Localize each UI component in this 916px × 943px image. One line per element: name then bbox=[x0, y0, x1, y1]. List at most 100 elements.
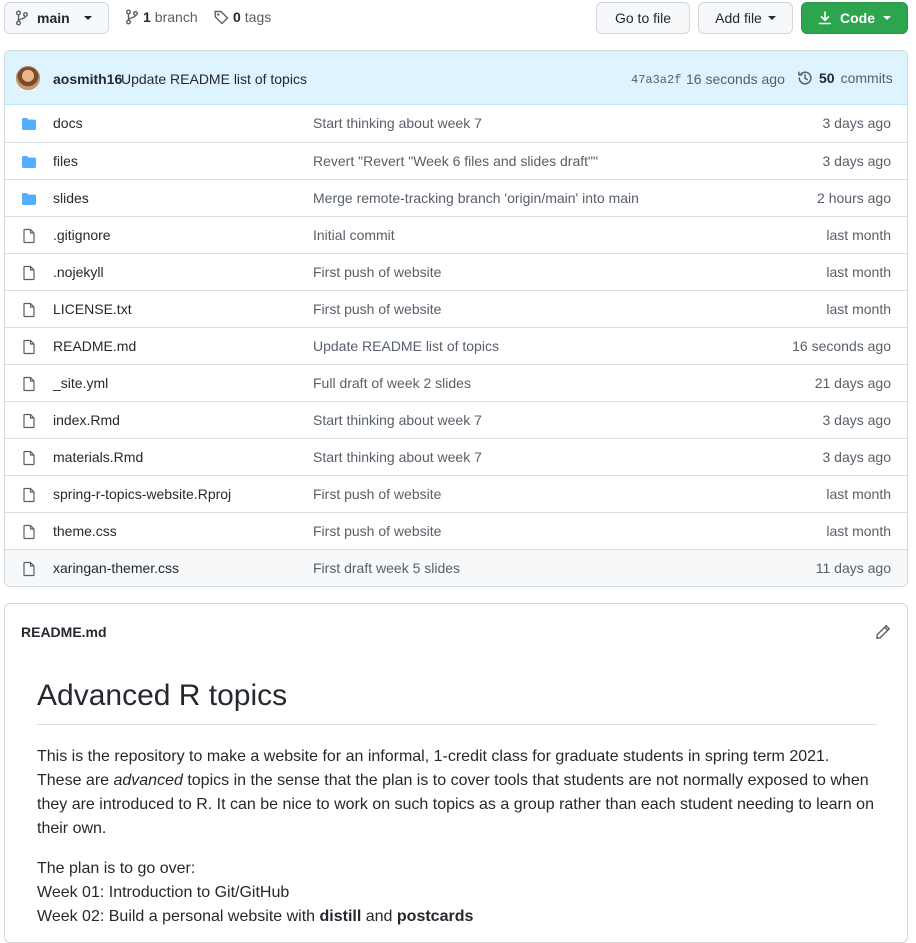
file-row[interactable]: LICENSE.txt First push of website last mon… bbox=[5, 290, 907, 327]
week02-postcards: postcards bbox=[396, 908, 474, 925]
file-commit-age: last month bbox=[826, 227, 891, 243]
readme-filename: README.md bbox=[21, 624, 107, 640]
folder-icon bbox=[21, 116, 37, 132]
file-commit-age: 16 seconds ago bbox=[792, 338, 891, 354]
commit-message-link[interactable]: Update README list of topics bbox=[121, 71, 307, 87]
file-row[interactable]: .nojekyll First push of website last month bbox=[5, 253, 907, 290]
file-commit-age: 3 days ago bbox=[822, 153, 892, 169]
latest-commit-bar: aosmith16 Update README list of topics 4… bbox=[5, 51, 907, 105]
add-file-button[interactable]: Add file bbox=[698, 2, 793, 34]
git-branch-icon bbox=[125, 9, 139, 25]
file-commit-message-link[interactable]: First draft week 5 slides bbox=[313, 560, 460, 576]
commit-count: 50 bbox=[819, 70, 835, 86]
week01-item: Week 01: Introduction to Git/GitHub bbox=[37, 884, 290, 901]
file-row[interactable]: README.md Update README list of topics 16 … bbox=[5, 327, 907, 364]
file-row[interactable]: spring-r-topics-website.Rproj First push … bbox=[5, 475, 907, 512]
file-commit-message-link[interactable]: First push of website bbox=[313, 264, 441, 280]
branches-link[interactable]: 1 branch bbox=[125, 9, 198, 25]
file-commit-age: last month bbox=[826, 523, 891, 539]
branch-count-label: branch bbox=[154, 9, 198, 25]
file-icon bbox=[21, 524, 37, 540]
readme-heading: Advanced R topics bbox=[37, 674, 877, 725]
file-row[interactable]: theme.css First push of website last month bbox=[5, 512, 907, 549]
file-icon bbox=[21, 450, 37, 466]
chevron-down-icon bbox=[83, 16, 92, 20]
file-commit-message-link[interactable]: Update README list of topics bbox=[313, 338, 499, 354]
file-commit-message-link[interactable]: First push of website bbox=[313, 301, 441, 317]
file-commit-age: 21 days ago bbox=[814, 375, 891, 391]
folder-icon bbox=[21, 154, 37, 170]
file-row[interactable]: docs Start thinking about week 7 3 days ag… bbox=[5, 105, 907, 142]
chevron-down-icon bbox=[767, 16, 776, 20]
file-icon bbox=[21, 561, 37, 577]
readme-intro: This is the repository to make a website… bbox=[37, 745, 877, 841]
commit-author-link[interactable]: aosmith16 bbox=[53, 71, 122, 87]
tags-count: 0 bbox=[233, 9, 241, 25]
file-commit-message-link[interactable]: Full draft of week 2 slides bbox=[313, 375, 471, 391]
add-file-label: Add file bbox=[715, 10, 762, 26]
file-commit-age: 3 days ago bbox=[822, 412, 892, 428]
file-name-link[interactable]: spring-r-topics-website.Rproj bbox=[53, 486, 231, 502]
readme-panel: README.md Advanced R topics This is the … bbox=[4, 603, 908, 943]
file-commit-age: 3 days ago bbox=[822, 115, 892, 131]
commit-count-label: commits bbox=[840, 70, 893, 86]
file-row[interactable]: files Revert "Revert "Week 6 files and sl… bbox=[5, 142, 907, 179]
avatar[interactable] bbox=[16, 66, 40, 90]
code-button[interactable]: Code bbox=[801, 2, 908, 34]
file-icon bbox=[21, 228, 37, 244]
tag-icon bbox=[213, 9, 229, 25]
file-name-link[interactable]: xaringan-themer.css bbox=[53, 560, 179, 576]
chevron-down-icon bbox=[883, 16, 891, 20]
file-list: docs Start thinking about week 7 3 days ag… bbox=[5, 105, 907, 586]
file-row[interactable]: slides Merge remote-tracking branch 'orig… bbox=[5, 179, 907, 216]
tags-link[interactable]: 0 tags bbox=[213, 9, 271, 25]
file-name-link[interactable]: docs bbox=[53, 115, 83, 131]
file-icon bbox=[21, 376, 37, 392]
file-name-link[interactable]: _site.yml bbox=[53, 375, 108, 391]
file-name-link[interactable]: index.Rmd bbox=[53, 412, 120, 428]
file-commit-message-link[interactable]: First push of website bbox=[313, 486, 441, 502]
file-icon bbox=[21, 487, 37, 503]
file-row[interactable]: xaringan-themer.css First draft week 5 sl… bbox=[5, 549, 907, 586]
intro-emphasis: advanced bbox=[113, 772, 183, 789]
file-row[interactable]: index.Rmd Start thinking about week 7 3 da… bbox=[5, 401, 907, 438]
file-name-link[interactable]: theme.css bbox=[53, 523, 117, 539]
file-name-link[interactable]: README.md bbox=[53, 338, 136, 354]
branch-count: 1 bbox=[143, 9, 151, 25]
file-commit-message-link[interactable]: Start thinking about week 7 bbox=[313, 449, 482, 465]
file-row[interactable]: .gitignore Initial commit last month bbox=[5, 216, 907, 253]
pencil-icon[interactable] bbox=[875, 624, 891, 640]
file-commit-message-link[interactable]: Start thinking about week 7 bbox=[313, 115, 482, 131]
branch-select-button[interactable]: main bbox=[4, 2, 109, 34]
file-commit-age: 2 hours ago bbox=[817, 190, 891, 206]
file-name-link[interactable]: .nojekyll bbox=[53, 264, 104, 280]
file-commit-age: last month bbox=[826, 264, 891, 280]
file-commit-message-link[interactable]: Initial commit bbox=[313, 227, 395, 243]
commit-sha-link[interactable]: 47a3a2f bbox=[631, 73, 681, 87]
file-row[interactable]: _site.yml Full draft of week 2 slides 21 d… bbox=[5, 364, 907, 401]
file-name-link[interactable]: files bbox=[53, 153, 78, 169]
git-branch-icon bbox=[15, 10, 29, 26]
file-name-link[interactable]: .gitignore bbox=[53, 227, 111, 243]
file-row[interactable]: materials.Rmd Start thinking about week 7… bbox=[5, 438, 907, 475]
file-name-link[interactable]: LICENSE.txt bbox=[53, 301, 132, 317]
file-commit-message-link[interactable]: Revert "Revert "Week 6 files and slides … bbox=[313, 153, 598, 169]
history-icon bbox=[797, 70, 813, 86]
folder-icon bbox=[21, 191, 37, 207]
go-to-file-button[interactable]: Go to file bbox=[596, 2, 690, 34]
week02-and: and bbox=[361, 908, 397, 925]
file-icon bbox=[21, 339, 37, 355]
file-commit-age: 3 days ago bbox=[822, 449, 892, 465]
file-commit-age: 11 days ago bbox=[815, 560, 891, 576]
file-commit-message-link[interactable]: Merge remote-tracking branch 'origin/mai… bbox=[313, 190, 639, 206]
file-icon bbox=[21, 302, 37, 318]
file-name-link[interactable]: materials.Rmd bbox=[53, 449, 143, 465]
file-commit-message-link[interactable]: Start thinking about week 7 bbox=[313, 412, 482, 428]
code-label: Code bbox=[840, 10, 875, 26]
repo-toolbar: main 1 branch 0 tags Go to file Add file… bbox=[0, 0, 916, 40]
branch-name: main bbox=[37, 10, 70, 26]
commits-history-link[interactable]: 50 commits bbox=[797, 70, 893, 86]
file-commit-message-link[interactable]: First push of website bbox=[313, 523, 441, 539]
file-icon bbox=[21, 413, 37, 429]
file-name-link[interactable]: slides bbox=[53, 190, 89, 206]
